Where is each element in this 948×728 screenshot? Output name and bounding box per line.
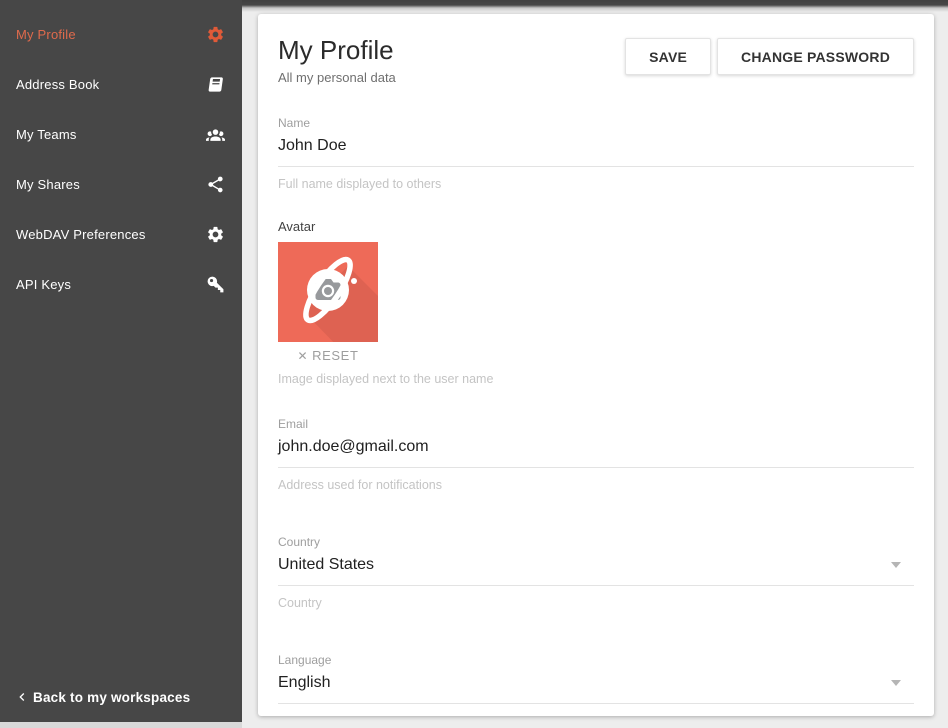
name-label: Name: [278, 116, 914, 130]
country-select[interactable]: United States: [278, 556, 914, 586]
card-header: My Profile All my personal data SAVE CHA…: [258, 14, 934, 85]
sidebar-item-my-shares[interactable]: My Shares: [0, 159, 242, 209]
sidebar-item-label: My Shares: [16, 177, 80, 192]
back-link-label: Back to my workspaces: [33, 690, 190, 705]
email-input[interactable]: john.doe@gmail.com: [278, 438, 914, 468]
book-icon: [206, 75, 225, 94]
language-value: English: [278, 674, 330, 691]
sidebar-item-address-book[interactable]: Address Book: [0, 59, 242, 109]
sidebar-item-label: My Teams: [16, 127, 77, 142]
country-value: United States: [278, 556, 374, 573]
gear-icon: [206, 25, 225, 44]
chevron-down-icon: [891, 562, 901, 568]
key-icon: [206, 275, 225, 294]
sidebar-item-label: WebDAV Preferences: [16, 227, 146, 242]
language-field: Language English User Language: [278, 653, 914, 716]
name-field: Name John Doe Full name displayed to oth…: [278, 116, 914, 191]
sidebar-item-label: API Keys: [16, 277, 71, 292]
save-button[interactable]: SAVE: [625, 38, 711, 75]
page-title: My Profile: [278, 35, 396, 65]
name-helper: Full name displayed to others: [278, 177, 914, 191]
header-buttons: SAVE CHANGE PASSWORD: [625, 35, 914, 75]
country-helper: Country: [278, 596, 914, 610]
profile-form: Name John Doe Full name displayed to oth…: [258, 116, 934, 716]
email-field: Email john.doe@gmail.com Address used fo…: [278, 417, 914, 492]
sidebar-item-my-profile[interactable]: My Profile: [0, 9, 242, 59]
app-window: My Profile Address Book My Teams My Shar…: [0, 0, 948, 728]
avatar-section: Avatar: [278, 219, 914, 386]
change-password-button[interactable]: CHANGE PASSWORD: [717, 38, 914, 75]
email-helper: Address used for notifications: [278, 478, 914, 492]
country-label: Country: [278, 535, 914, 549]
sidebar-item-label: My Profile: [16, 27, 76, 42]
title-block: My Profile All my personal data: [278, 35, 396, 85]
sidebar-item-my-teams[interactable]: My Teams: [0, 109, 242, 159]
name-input[interactable]: John Doe: [278, 137, 914, 167]
country-field: Country United States Country: [278, 535, 914, 610]
page-subtitle: All my personal data: [278, 70, 396, 85]
chevron-left-icon: [14, 689, 30, 705]
language-label: Language: [278, 653, 914, 667]
planet-camera-icon: [278, 242, 378, 342]
group-icon: [206, 125, 225, 144]
avatar-reset-button[interactable]: ✕RESET: [278, 348, 378, 363]
avatar-label: Avatar: [278, 219, 914, 234]
sidebar-item-webdav-preferences[interactable]: WebDAV Preferences: [0, 209, 242, 259]
language-select[interactable]: English: [278, 674, 914, 704]
share-icon: [206, 175, 225, 194]
chevron-down-icon: [891, 680, 901, 686]
settings-sidebar: My Profile Address Book My Teams My Shar…: [0, 0, 242, 722]
email-label: Email: [278, 417, 914, 431]
reset-label: RESET: [312, 348, 358, 363]
sidebar-item-label: Address Book: [16, 77, 99, 92]
close-icon: ✕: [298, 349, 309, 363]
back-to-workspaces-link[interactable]: Back to my workspaces: [14, 689, 190, 705]
main-pane: My Profile All my personal data SAVE CHA…: [242, 0, 948, 728]
sidebar-nav: My Profile Address Book My Teams My Shar…: [0, 0, 242, 309]
avatar-helper: Image displayed next to the user name: [278, 372, 914, 386]
sidebar-item-api-keys[interactable]: API Keys: [0, 259, 242, 309]
profile-card: My Profile All my personal data SAVE CHA…: [258, 14, 934, 716]
gear-icon: [206, 225, 225, 244]
avatar-image[interactable]: [278, 242, 378, 342]
language-helper: User Language: [278, 714, 914, 716]
